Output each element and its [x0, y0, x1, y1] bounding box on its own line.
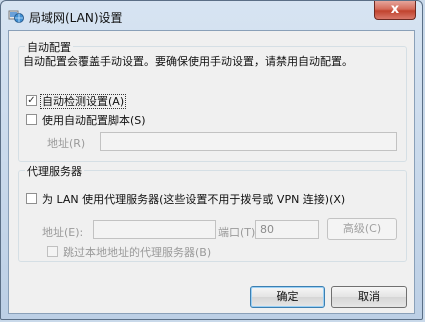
bypass-local-label[interactable]: 跳过本地地址的代理服务器(B) — [63, 244, 211, 260]
proxy-address-label: 地址(E): — [42, 226, 84, 239]
close-button[interactable]: x — [374, 1, 416, 20]
advanced-button[interactable]: 高级(C) — [327, 218, 397, 240]
proxy-address-field[interactable] — [93, 220, 216, 239]
auto-detect-label[interactable]: 自动检测设置(A) — [40, 94, 127, 109]
cancel-button[interactable]: 取消 — [331, 286, 407, 308]
use-script-checkbox[interactable] — [26, 114, 37, 125]
script-address-field[interactable] — [100, 132, 397, 151]
network-globe-icon — [8, 8, 24, 24]
auto-config-description: 自动配置会覆盖手动设置。要确保使用手动设置，请禁用自动配置。 — [23, 55, 353, 68]
proxy-port-label: 端口(T): — [218, 226, 260, 239]
dialog-body: 自动配置 自动配置会覆盖手动设置。要确保使用手动设置，请禁用自动配置。 ✓ 自动… — [8, 30, 415, 314]
use-proxy-label[interactable]: 为 LAN 使用代理服务器(这些设置不用于拨号或 VPN 连接)(X) — [42, 191, 345, 207]
use-script-label[interactable]: 使用自动配置脚本(S) — [42, 112, 146, 128]
title-bar[interactable]: 局域网(LAN)设置 x — [1, 1, 422, 31]
window-title: 局域网(LAN)设置 — [29, 11, 123, 25]
bypass-local-checkbox[interactable] — [47, 246, 58, 257]
ok-button[interactable]: 确定 — [250, 286, 325, 308]
lan-settings-window: 局域网(LAN)设置 x 自动配置 自动配置会覆盖手动设置。要确保使用手动设置，… — [0, 0, 423, 320]
proxy-heading: 代理服务器 — [25, 163, 84, 179]
use-proxy-checkbox[interactable] — [26, 193, 37, 204]
proxy-port-field[interactable]: 80 — [255, 220, 319, 239]
auto-detect-checkbox[interactable]: ✓ — [26, 95, 37, 106]
script-address-label: 地址(R) — [47, 137, 86, 150]
